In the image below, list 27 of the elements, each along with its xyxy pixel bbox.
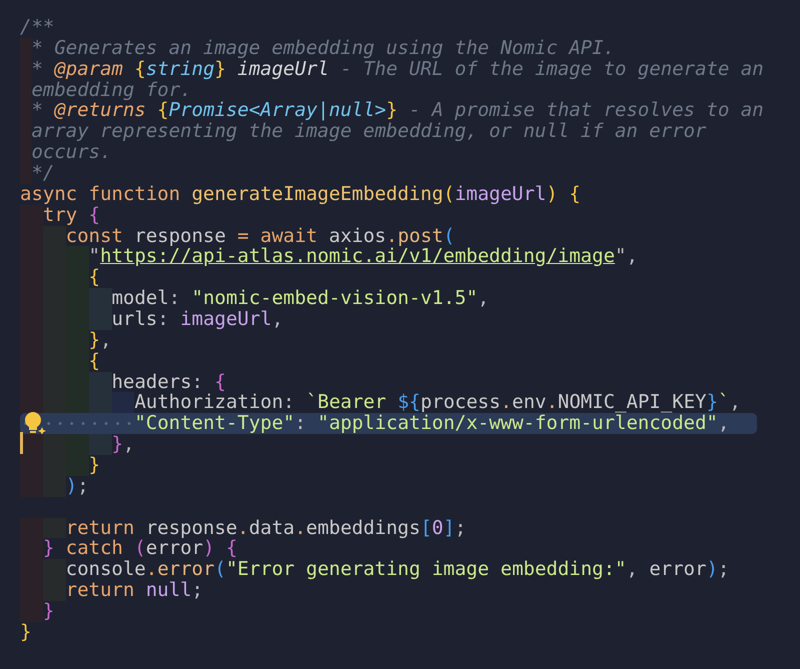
- code-line: return null;: [20, 580, 204, 602]
- code-line: {: [20, 350, 100, 372]
- code-line: "https://api-atlas.nomic.ai/v1/embedding/image",: [20, 246, 638, 268]
- code-line: */: [20, 163, 54, 184]
- code-line: urls: imageUrl,: [20, 309, 284, 330]
- code-line: {: [20, 267, 100, 288]
- code-line: } catch (error) {: [20, 538, 238, 560]
- code-line: }: [20, 601, 54, 622]
- code-line: /**: [20, 17, 54, 38]
- code-line: },: [20, 330, 112, 351]
- code-line: model: "nomic-embed-vision-v1.5",: [20, 288, 490, 310]
- code-line: occurs.: [20, 142, 112, 164]
- code-line: try {: [20, 204, 100, 226]
- code-line: headers: {: [20, 372, 226, 392]
- code-line: }: [20, 455, 100, 476]
- code-line: );: [20, 476, 89, 497]
- code-line: return response.data.embeddings[0];: [20, 518, 466, 538]
- code-line: array representing the image embedding, or null if an error: [20, 121, 706, 142]
- code-line: const response = await axios.post(: [20, 226, 455, 246]
- code-line: console.error("Error generating image embedding:", error);: [20, 559, 730, 580]
- code-line: Authorization: `Bearer ${process.env.NOMIC_API_KEY}`,: [20, 392, 741, 414]
- code-line: * @returns {Promise<Array|null>} - A promise that resolves to an: [20, 100, 764, 122]
- code-line: async function generateImageEmbedding(imageUrl) {: [20, 184, 581, 205]
- code-line: }: [20, 622, 32, 643]
- code-line: * Generates an image embedding using the Nomic API.: [20, 38, 615, 59]
- code-line: embedding for.: [20, 80, 192, 100]
- code-line: * @param {string} imageUrl - The URL of the image to generate an: [20, 58, 764, 80]
